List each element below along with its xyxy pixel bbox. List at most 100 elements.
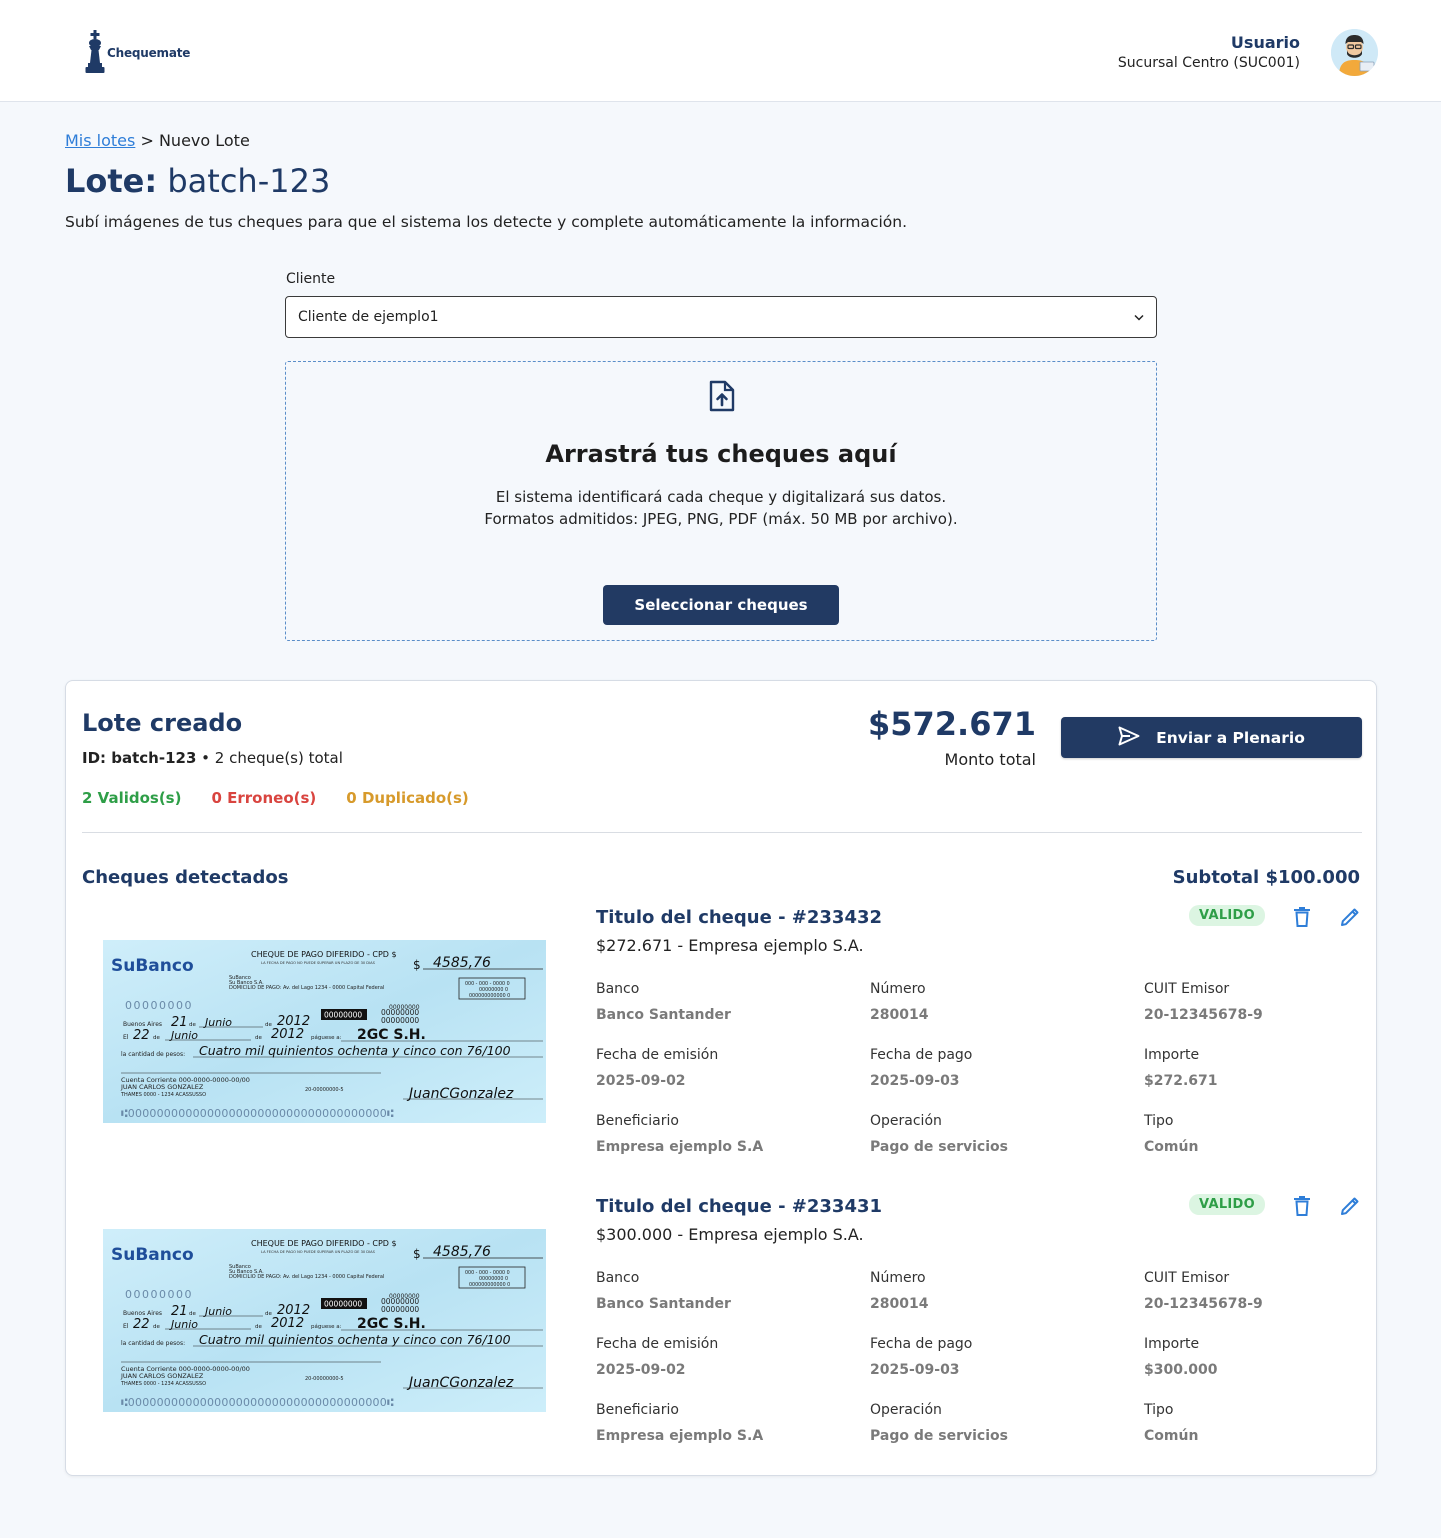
field-label: Fecha de emisión: [596, 1047, 719, 1063]
page-title-prefix: Lote:: [65, 162, 158, 200]
card-divider: [82, 832, 1362, 833]
cheque-image-code-box2: 00000000 0: [479, 987, 508, 993]
cheque-image-bank-name: SuBanco: [111, 1245, 194, 1265]
file-dropzone[interactable]: Arrastrá tus cheques aquí El sistema ide…: [285, 361, 1157, 641]
file-upload-icon: [709, 380, 735, 416]
batch-id: ID: batch-123 • 2 cheque(s) total: [82, 749, 343, 767]
cheque-subtitle: $272.671 - Empresa ejemplo S.A.: [596, 936, 864, 955]
breadcrumb-link-mis-lotes[interactable]: Mis lotes: [65, 131, 135, 150]
field-label: Importe: [1144, 1336, 1200, 1352]
cheque-image[interactable]: SuBanco CHEQUE DE PAGO DIFERIDO - CPD $ …: [103, 1229, 546, 1412]
field-value: $300.000: [1144, 1362, 1218, 1378]
cheque-image-cuit: 20-00000000-5: [305, 1087, 344, 1093]
field-issue-date: Fecha de emisión 2025-09-02: [596, 1047, 718, 1089]
field-value: 2025-09-03: [870, 1362, 960, 1378]
detected-cheques-title: Cheques detectados: [82, 867, 289, 888]
select-cheques-button[interactable]: Seleccionar cheques: [603, 585, 839, 625]
subtotal: Subtotal $100.000: [1172, 867, 1360, 888]
page-title-value: batch-123: [167, 162, 331, 200]
cheque-image-holder: JUAN CARLOS GONZALEZ: [120, 1372, 204, 1380]
breadcrumb-separator: >: [140, 131, 154, 150]
user-branch: Sucursal Centro (SUC001): [1117, 55, 1300, 71]
batch-id-label: ID: batch-123: [82, 749, 197, 767]
field-number: Número 280014: [870, 981, 928, 1023]
cheque-image-serial: 00000000: [125, 1288, 193, 1301]
cheque-image-payee: 2GC S.H.: [357, 1027, 426, 1043]
field-value: Empresa ejemplo S.A: [596, 1428, 764, 1444]
valid-count: 2 Validos(s): [82, 789, 182, 807]
field-label: Operación: [870, 1402, 942, 1418]
user-info: Usuario Sucursal Centro (SUC001): [1118, 33, 1300, 71]
cheque-image-code-box3: 000000000000 0: [469, 993, 510, 999]
cheque-image-signature: JuanCGonzalez: [406, 1375, 514, 1391]
cheque-image-code-right3: 00000000: [381, 1016, 419, 1025]
field-value: Banco Santander: [596, 1007, 731, 1023]
cheque-image-words-label: la cantidad de pesos:: [121, 1340, 185, 1347]
total-amount: $572.671: [867, 705, 1036, 743]
cheque-image-code-box3: 000000000000 0: [469, 1282, 510, 1288]
cheque-image-day2: 22: [133, 1317, 150, 1332]
cheque-image-micr: ⑆000000000000000000000000000000000000⑆: [121, 1107, 394, 1120]
cheque-image-day1: 21: [171, 1304, 188, 1319]
field-value: 20-12345678-9: [1144, 1007, 1263, 1023]
field-label: Importe: [1144, 1047, 1200, 1063]
cheque-image[interactable]: SuBanco CHEQUE DE PAGO DIFERIDO - CPD $ …: [103, 940, 546, 1123]
field-label: CUIT Emisor: [1144, 1270, 1230, 1286]
field-cuit: CUIT Emisor 20-12345678-9: [1144, 1270, 1263, 1312]
cheque-image-payee-label: páguese a:: [311, 1034, 342, 1041]
cheque-image-code-dark: 00000000: [324, 1300, 362, 1309]
cheque-subtitle: $300.000 - Empresa ejemplo S.A.: [596, 1225, 864, 1244]
avatar[interactable]: [1331, 29, 1378, 76]
field-beneficiary: Beneficiario Empresa ejemplo S.A: [596, 1113, 763, 1155]
cheque-image-serial: 00000000: [125, 999, 193, 1012]
field-value: 2025-09-02: [596, 1362, 686, 1378]
pencil-icon[interactable]: [1339, 906, 1361, 932]
field-label: Número: [870, 1270, 926, 1286]
field-value: Empresa ejemplo S.A: [596, 1139, 764, 1155]
cheque-image-header: CHEQUE DE PAGO DIFERIDO - CPD $: [251, 1239, 397, 1248]
cheque-image-de1: de: [189, 1022, 196, 1028]
cheque-image-el: El: [123, 1034, 129, 1041]
app-logo[interactable]: Chequemate: [84, 30, 190, 74]
user-name: Usuario: [1230, 33, 1300, 52]
field-amount: Importe $272.671: [1144, 1047, 1218, 1089]
field-operation: Operación Pago de servicios: [870, 1402, 1008, 1444]
cheque-image-words: Cuatro mil quinientos ochenta y cinco co…: [199, 1332, 511, 1347]
cheque-item: SuBanco CHEQUE DE PAGO DIFERIDO - CPD $ …: [66, 1194, 1378, 1466]
field-type: Tipo Común: [1144, 1402, 1198, 1444]
cheque-image-de3: de: [153, 1035, 160, 1041]
field-operation: Operación Pago de servicios: [870, 1113, 1008, 1155]
trash-icon[interactable]: [1292, 906, 1312, 932]
field-bank: Banco Banco Santander: [596, 1270, 731, 1312]
cheque-title: Titulo del cheque - #233432: [596, 907, 883, 928]
cheque-image-day2: 22: [133, 1028, 150, 1043]
paper-plane-icon: [1118, 726, 1140, 750]
cheque-image-month1: Junio: [203, 1016, 232, 1029]
send-to-plenario-button[interactable]: Enviar a Plenario: [1061, 717, 1362, 758]
field-type: Tipo Común: [1144, 1113, 1198, 1155]
status-badge: VALIDO: [1189, 1194, 1266, 1215]
dropzone-title: Arrastrá tus cheques aquí: [545, 440, 897, 468]
field-value: 2025-09-03: [870, 1073, 960, 1089]
dropzone-formats: Formatos admitidos: JPEG, PNG, PDF (máx.…: [484, 510, 958, 528]
cheque-image-signature: JuanCGonzalez: [406, 1086, 514, 1102]
cheque-image-holder: JUAN CARLOS GONZALEZ: [120, 1083, 204, 1091]
cheque-image-amount: 4585,76: [433, 955, 491, 971]
batch-cheque-count: • 2 cheque(s) total: [196, 749, 343, 767]
dropzone-description: El sistema identificará cada cheque y di…: [495, 488, 947, 506]
top-bar: Chequemate Usuario Sucursal Centro (SUC0…: [0, 0, 1441, 102]
trash-icon[interactable]: [1292, 1195, 1312, 1221]
field-label: Tipo: [1144, 1402, 1174, 1418]
client-select[interactable]: Cliente de ejemplo1: [285, 296, 1157, 338]
field-label: Beneficiario: [596, 1113, 679, 1129]
cheque-image-amount-symbol: $: [413, 1247, 421, 1261]
field-amount: Importe $300.000: [1144, 1336, 1218, 1378]
cheque-image-el: El: [123, 1323, 129, 1330]
user-avatar-icon: [1331, 29, 1378, 76]
pencil-icon[interactable]: [1339, 1195, 1361, 1221]
cheque-image-code-right3: 00000000: [381, 1305, 419, 1314]
cheque-image-header-sub: LA FECHA DE PAGO NO PUEDE SUPERAR UN PLA…: [261, 961, 376, 965]
field-pay-date: Fecha de pago 2025-09-03: [870, 1047, 972, 1089]
field-label: CUIT Emisor: [1144, 981, 1230, 997]
field-value: 280014: [870, 1296, 929, 1312]
